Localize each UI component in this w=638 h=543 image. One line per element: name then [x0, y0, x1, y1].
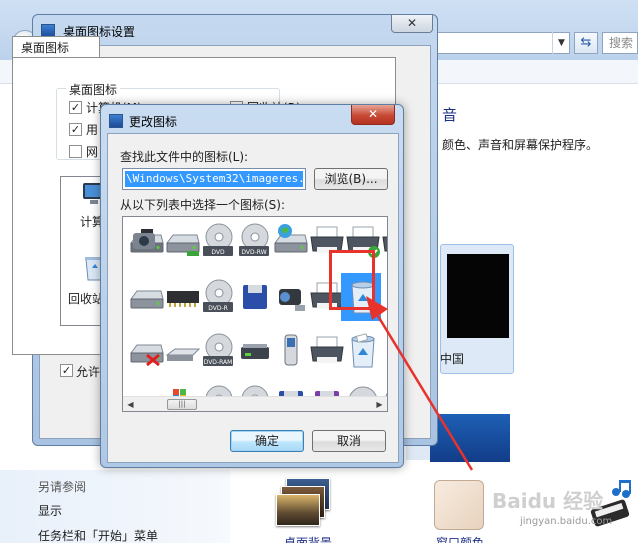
- file-path-input[interactable]: \Windows\System32\imageres.dll: [122, 168, 306, 190]
- checkbox-network-label: 网: [86, 145, 99, 159]
- drive-flat-icon[interactable]: [163, 331, 203, 371]
- tab-desktop-icons[interactable]: 桌面图标: [12, 36, 100, 58]
- dvd-drive-icon[interactable]: DVD: [199, 221, 239, 261]
- link-taskbar[interactable]: 任务栏和「开始」菜单: [38, 527, 158, 543]
- allow-themes-label: 允许: [76, 365, 101, 379]
- printer-fax-icon[interactable]: [307, 331, 347, 371]
- browse-button[interactable]: 浏览(B)...: [314, 168, 388, 190]
- desktop-background-icon[interactable]: [276, 476, 330, 528]
- drive-network-icon[interactable]: [163, 221, 203, 261]
- dvd-r-drive-icon[interactable]: DVD-R: [199, 277, 239, 317]
- checkbox-allow-themes[interactable]: ✓: [60, 364, 73, 377]
- disc-label: DVD-RW: [241, 249, 266, 256]
- window-color-label[interactable]: 窗口颜色: [436, 534, 484, 543]
- scroll-left-icon[interactable]: ◀: [123, 397, 138, 412]
- search-input[interactable]: 搜索: [602, 32, 638, 54]
- watermark-text: Baidu 经验: [492, 489, 603, 513]
- search-file-label: 查找此文件中的图标(L):: [120, 150, 249, 164]
- mobile-phone-icon[interactable]: [271, 331, 311, 371]
- drive-hdd-icon[interactable]: [127, 277, 167, 317]
- cancel-button[interactable]: 取消: [312, 430, 386, 452]
- checkbox-network[interactable]: [69, 145, 82, 158]
- scanner-icon[interactable]: [235, 331, 275, 371]
- drive-disconnected-icon[interactable]: [127, 331, 167, 371]
- watermark-url: jingyan.baidu.com: [520, 516, 613, 527]
- theme-label: 中国: [440, 352, 465, 366]
- icon-label-recycle[interactable]: 回收站: [68, 290, 104, 307]
- drive-globe-icon[interactable]: [271, 221, 311, 261]
- address-bar[interactable]: [430, 32, 570, 54]
- icon-list-label: 从以下列表中选择一个图标(S):: [120, 198, 286, 212]
- file-path-value: \Windows\System32\imageres.dll: [125, 171, 303, 187]
- disc-label: DVD-RAM: [204, 359, 233, 366]
- printer-network-icon[interactable]: [379, 221, 387, 261]
- scroll-right-icon[interactable]: ▶: [372, 397, 387, 412]
- dvd-ram-drive-icon[interactable]: DVD-RAM: [199, 331, 239, 371]
- disc-label: DVD: [211, 249, 225, 256]
- refresh-button[interactable]: ⇆: [574, 32, 598, 54]
- close-button[interactable]: ✕: [351, 105, 395, 125]
- recycle-bin-full-icon[interactable]: [343, 331, 383, 371]
- window-icon: [109, 114, 123, 128]
- checkbox-user-files[interactable]: ✓: [69, 123, 82, 136]
- theme-preview: [447, 254, 509, 338]
- checkbox-computer[interactable]: ✓: [69, 101, 82, 114]
- disc-label: DVD: [247, 411, 261, 412]
- window-color-icon[interactable]: [434, 480, 484, 530]
- camcorder-icon[interactable]: [271, 277, 311, 317]
- page-description: 颜色、声音和屏幕保护程序。: [442, 138, 599, 152]
- theme-preview-blue: [430, 414, 510, 462]
- desktop-background-label[interactable]: 桌面背景: [284, 534, 332, 543]
- disc-label: DVD-ROM: [203, 411, 232, 412]
- ok-button[interactable]: 确定: [230, 430, 304, 452]
- camera-icon[interactable]: [123, 221, 163, 261]
- dialog-title: 更改图标: [129, 115, 178, 129]
- dvd-rw-drive-icon[interactable]: DVD-RW: [235, 221, 275, 261]
- checkbox-user-files-label: 用: [86, 123, 99, 137]
- horizontal-scrollbar[interactable]: ◀ ||| ▶: [123, 396, 387, 411]
- floppy-blue-icon[interactable]: [235, 277, 275, 317]
- close-button[interactable]: ✕: [391, 15, 433, 33]
- see-also-heading: 另请参阅: [38, 480, 87, 494]
- icon-grid[interactable]: DVD DVD-RW DVD-R DVD-RAM DVD-ROM DVD: [122, 216, 388, 412]
- link-display[interactable]: 显示: [38, 502, 62, 519]
- memory-chip-icon[interactable]: [163, 277, 203, 317]
- highlight-box: [329, 250, 375, 310]
- disc-label: DVD-R: [208, 305, 228, 312]
- chevron-down-icon[interactable]: ▼: [552, 32, 570, 54]
- group-label: 桌面图标: [66, 81, 121, 98]
- page-heading: 音: [442, 106, 458, 124]
- scroll-thumb[interactable]: |||: [167, 399, 197, 410]
